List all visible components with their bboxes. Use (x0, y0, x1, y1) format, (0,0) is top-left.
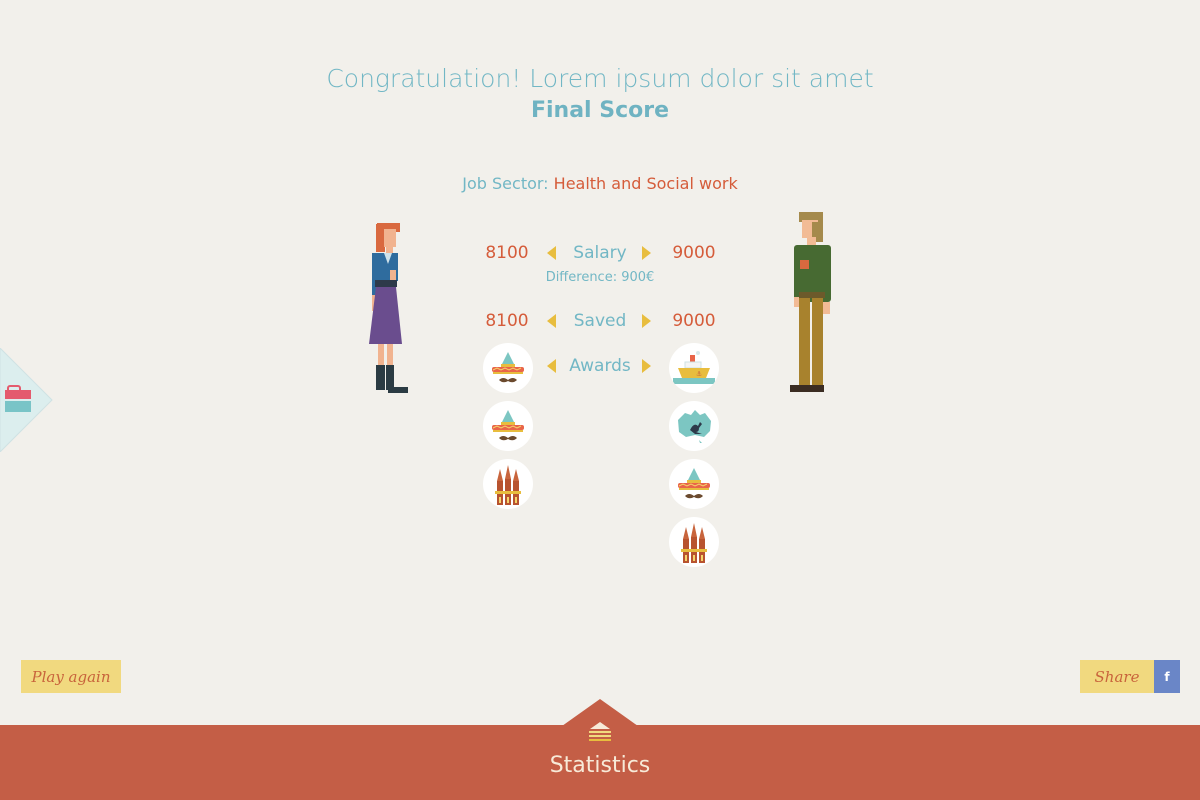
saved-right-value: 9000 (672, 311, 716, 331)
stats-stack-icon (589, 722, 611, 741)
sagrada-familia-icon (495, 465, 521, 505)
australia-kangaroo-icon (678, 410, 711, 443)
award-left-3[interactable] (483, 459, 533, 509)
salary-right-value: 9000 (672, 243, 716, 263)
svg-text:⚓: ⚓ (696, 370, 702, 378)
sagrada-familia-icon (681, 523, 707, 563)
play-again-button[interactable]: Play again (21, 660, 121, 693)
woman-character (369, 223, 408, 393)
salary-difference: Difference: 900€ (545, 270, 655, 285)
man-character (790, 212, 831, 392)
job-sector: Job Sector: Health and Social work (0, 174, 1200, 193)
awards-right-arrow[interactable] (642, 359, 651, 373)
toolbox-icon (0, 347, 53, 453)
award-right-1[interactable]: ⚓ (669, 343, 719, 393)
share-button[interactable]: Share (1080, 660, 1154, 693)
sombrero-icon (678, 468, 710, 499)
award-right-3[interactable] (669, 459, 719, 509)
final-score-title: Final Score (530, 98, 670, 123)
congrats-headline: Congratulation! Lorem ipsum dolor sit am… (326, 64, 874, 93)
facebook-share-button[interactable]: f (1154, 660, 1180, 693)
award-right-4[interactable] (669, 517, 719, 567)
sombrero-icon (492, 352, 524, 383)
statistics-label[interactable]: Statistics (0, 753, 1200, 778)
side-tab[interactable] (0, 347, 55, 456)
award-right-2[interactable] (669, 401, 719, 451)
job-sector-value: Health and Social work (553, 174, 738, 193)
award-left-1[interactable] (483, 343, 533, 393)
facebook-icon: f (1164, 669, 1170, 684)
saved-right-arrow[interactable] (642, 314, 651, 328)
saved-left-value: 8100 (485, 311, 529, 331)
ship-icon: ⚓ (673, 351, 715, 384)
award-left-2[interactable] (483, 401, 533, 451)
salary-right-arrow[interactable] (642, 246, 651, 260)
job-sector-label: Job Sector: (462, 174, 554, 193)
salary-left-value: 8100 (485, 243, 529, 263)
sombrero-icon (492, 410, 524, 441)
